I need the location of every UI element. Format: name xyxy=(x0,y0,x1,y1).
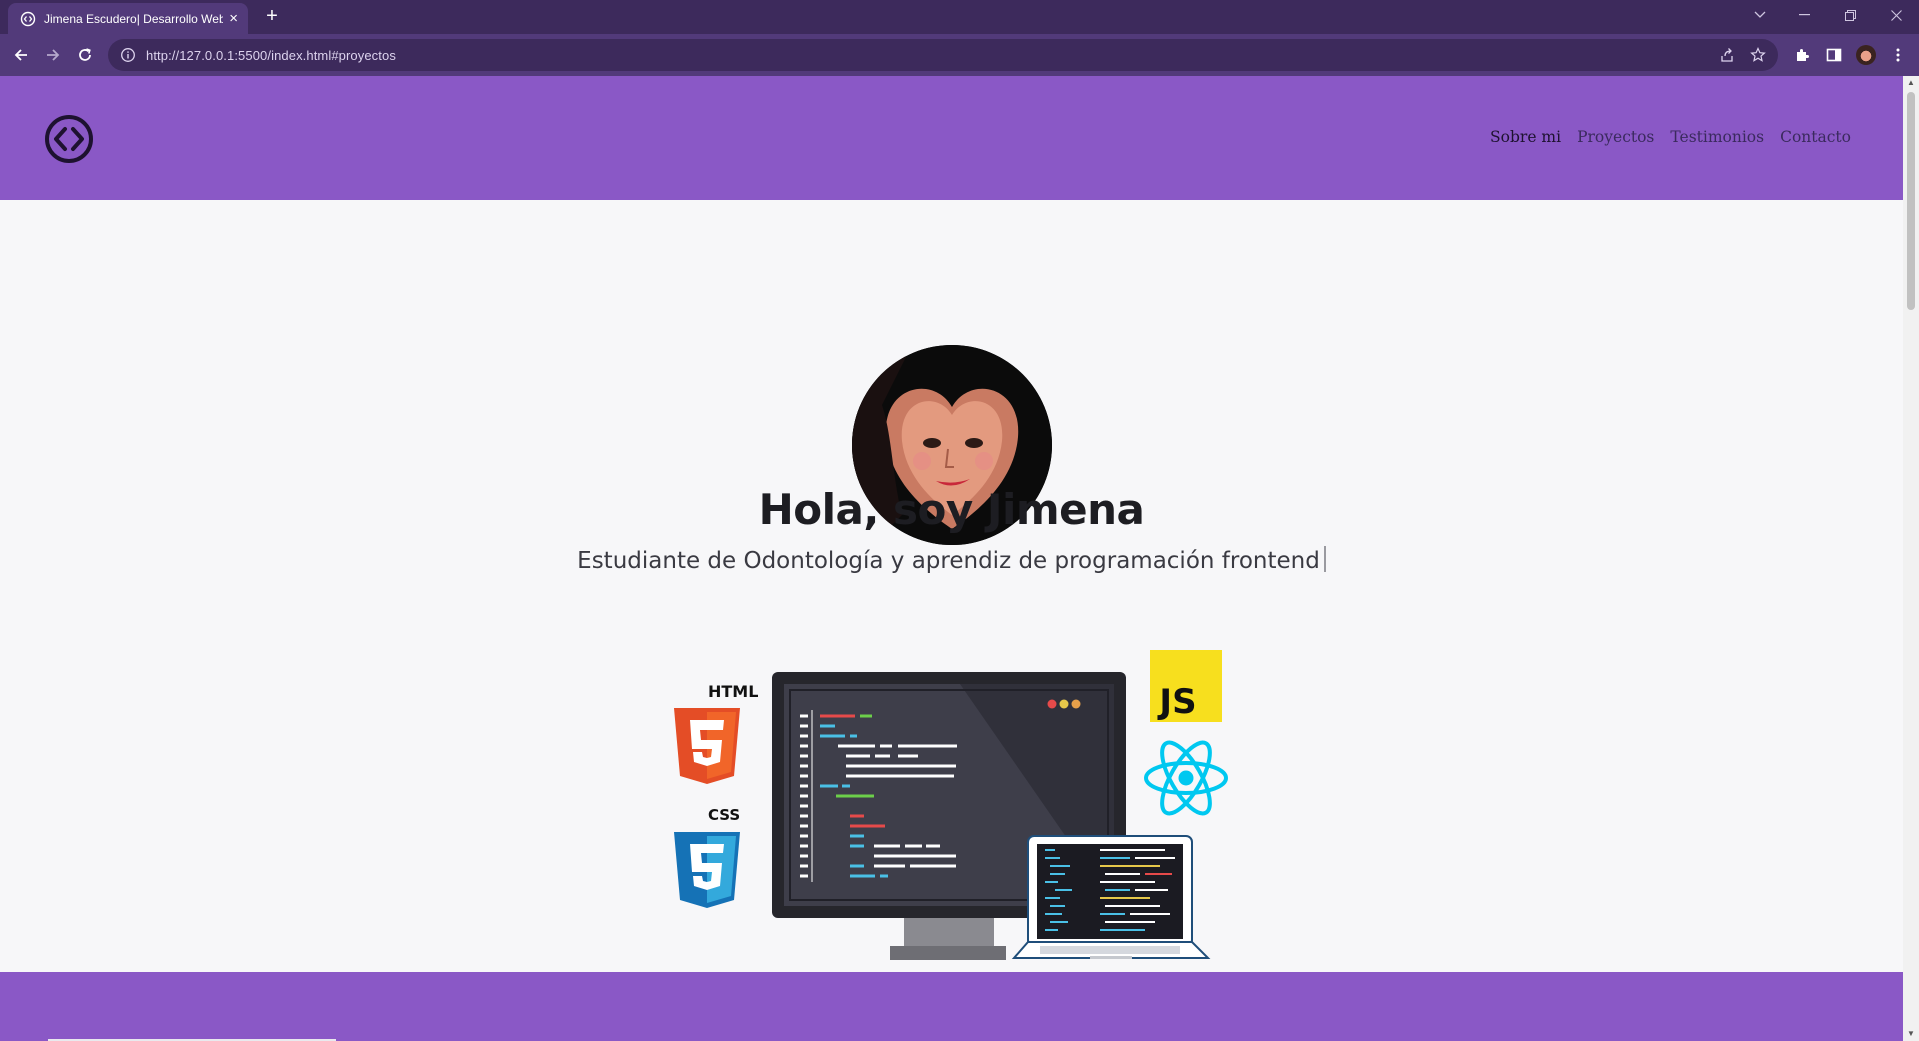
typing-caret xyxy=(1323,546,1326,572)
browser-tabbar: Jimena Escudero| Desarrollo Web × + xyxy=(0,0,1919,34)
site-info-icon[interactable] xyxy=(120,47,136,63)
scroll-down-icon[interactable]: ▼ xyxy=(1903,1027,1919,1041)
nav-link-contacto[interactable]: Contacto xyxy=(1780,128,1851,146)
share-icon[interactable] xyxy=(1719,39,1735,71)
address-bar[interactable]: http://127.0.0.1:5500/index.html#proyect… xyxy=(108,39,1778,71)
side-panel-icon[interactable] xyxy=(1822,43,1846,67)
tech-illustration: HTML CSS JS xyxy=(674,650,1228,960)
hero-section: Hola, soy Jimena Estudiante de Odontolog… xyxy=(0,200,1903,1041)
page-scrollbar[interactable]: ▲ ▼ xyxy=(1903,76,1919,1041)
css3-icon: CSS xyxy=(674,806,740,908)
hero-subtitle-text: Estudiante de Odontología y aprendiz de … xyxy=(577,548,1320,574)
html5-icon: HTML xyxy=(674,682,758,784)
next-section-band xyxy=(0,972,1903,1041)
forward-icon[interactable] xyxy=(41,43,65,67)
profile-avatar[interactable] xyxy=(1854,43,1878,67)
react-icon xyxy=(1144,740,1228,816)
laptop-illustration xyxy=(1011,835,1211,959)
bookmark-star-icon[interactable] xyxy=(1750,39,1766,71)
tab-close-icon[interactable]: × xyxy=(229,11,238,26)
back-icon[interactable] xyxy=(9,43,33,67)
code-brackets-icon[interactable] xyxy=(44,114,94,164)
close-window-icon[interactable] xyxy=(1874,0,1918,30)
main-nav: Sobre mi Proyectos Testimonios Contacto xyxy=(1490,128,1851,146)
js-badge-label: JS xyxy=(1157,682,1196,722)
new-tab-button[interactable]: + xyxy=(262,6,282,26)
url-path: :5500/index.html#proyectos xyxy=(234,47,396,63)
extensions-icon[interactable] xyxy=(1790,43,1814,67)
url-host: http://127.0.0.1 xyxy=(146,47,235,63)
minimize-icon[interactable] xyxy=(1782,0,1826,30)
site-header: Sobre mi Proyectos Testimonios Contacto xyxy=(0,76,1903,200)
restore-icon[interactable] xyxy=(1828,0,1872,30)
scroll-up-icon[interactable]: ▲ xyxy=(1903,76,1919,90)
browser-tab[interactable]: Jimena Escudero| Desarrollo Web × xyxy=(8,3,248,34)
hero-title: Hola, soy Jimena xyxy=(758,485,1145,534)
tab-title: Jimena Escudero| Desarrollo Web xyxy=(44,11,224,26)
browser-toolbar: http://127.0.0.1:5500/index.html#proyect… xyxy=(0,34,1919,76)
nav-link-proyectos[interactable]: Proyectos xyxy=(1577,128,1654,146)
nav-link-sobre-mi[interactable]: Sobre mi xyxy=(1490,128,1561,146)
page-viewport: Sobre mi Proyectos Testimonios Contacto … xyxy=(0,76,1903,1041)
scroll-thumb[interactable] xyxy=(1907,92,1915,310)
tab-favicon-icon xyxy=(20,11,36,26)
hero-subtitle: Estudiante de Odontología y aprendiz de … xyxy=(0,546,1903,574)
css-badge-label: CSS xyxy=(708,806,740,824)
javascript-icon: JS xyxy=(1150,650,1222,722)
reload-icon[interactable] xyxy=(73,43,97,67)
nav-link-testimonios[interactable]: Testimonios xyxy=(1670,128,1764,146)
tab-search-icon[interactable] xyxy=(1738,0,1782,30)
url-text: http://127.0.0.1:5500/index.html#proyect… xyxy=(146,48,396,63)
menu-icon[interactable] xyxy=(1886,43,1910,67)
avatar-icon xyxy=(1856,45,1876,65)
html-badge-label: HTML xyxy=(708,682,758,701)
